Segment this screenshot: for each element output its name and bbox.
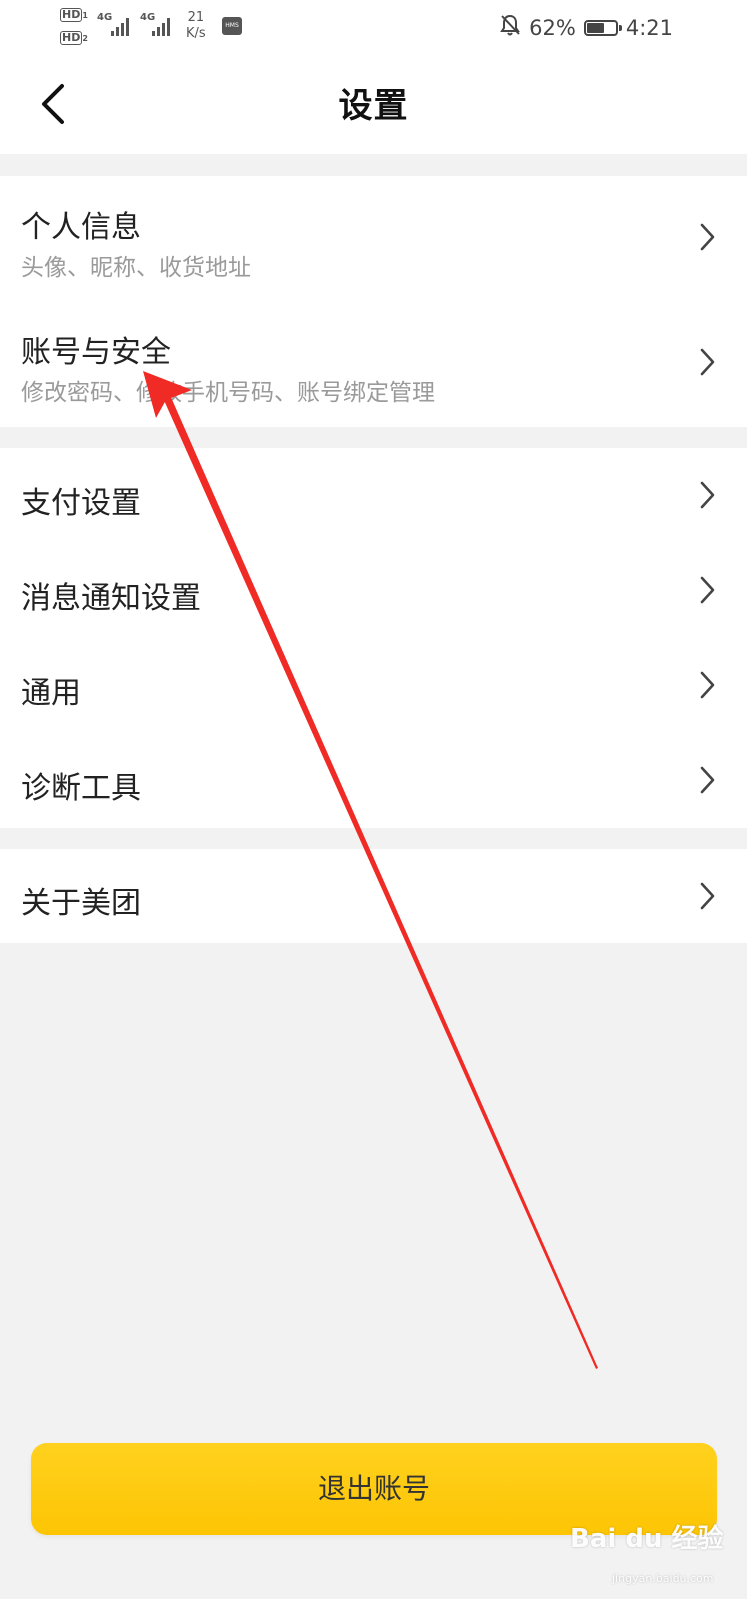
settings-row-account-security[interactable]: 账号与安全 修改密码、修改手机号码、账号绑定管理 (0, 301, 747, 427)
watermark-logo: Bai du 经验 (570, 1524, 724, 1554)
row-title: 诊断工具 (21, 771, 141, 806)
battery-percent: 62% (529, 15, 576, 40)
chevron-right-icon (700, 671, 715, 699)
settings-row-notifications[interactable]: 消息通知设置 (0, 543, 747, 638)
account-section: 个人信息 头像、昵称、收货地址 账号与安全 修改密码、修改手机号码、账号绑定管理 (0, 176, 747, 427)
settings-row-personal-info[interactable]: 个人信息 头像、昵称、收货地址 (0, 176, 747, 301)
settings-row-payment[interactable]: 支付设置 (0, 448, 747, 543)
hd2-sub: 2 (82, 34, 88, 43)
row-title: 个人信息 (21, 210, 141, 245)
battery-icon (583, 19, 622, 36)
hd2-indicator: HD 2 (60, 31, 88, 45)
speed-value: 21 (187, 10, 205, 25)
row-subtitle: 头像、昵称、收货地址 (21, 255, 251, 281)
chevron-right-icon (700, 481, 715, 509)
clock-time: 4:21 (625, 15, 673, 40)
settings-row-general[interactable]: 通用 (0, 638, 747, 733)
hd1-indicator: HD 1 (60, 8, 88, 22)
chevron-right-icon (700, 348, 715, 376)
row-subtitle: 修改密码、修改手机号码、账号绑定管理 (21, 380, 435, 406)
hms-label: HMS (225, 22, 239, 29)
chevron-right-icon (700, 766, 715, 794)
chevron-right-icon (700, 576, 715, 604)
speed-unit: K/s (186, 26, 206, 41)
hd1-label: HD (60, 8, 83, 22)
hms-icon: HMS (222, 17, 242, 35)
network-speed: 21 K/s (186, 10, 206, 42)
hd1-sub: 1 (82, 11, 88, 20)
chevron-right-icon (700, 882, 715, 910)
row-title: 关于美团 (21, 886, 141, 921)
watermark-url: jingyan.baidu.com (612, 1572, 714, 1585)
general-section: 支付设置 消息通知设置 通用 诊断工具 (0, 448, 747, 828)
chevron-right-icon (700, 223, 715, 251)
status-right: 62% 4:21 (499, 13, 673, 42)
page-title: 设置 (338, 86, 409, 126)
row-title: 消息通知设置 (21, 581, 201, 616)
bell-off-icon (499, 13, 521, 42)
row-title: 账号与安全 (21, 335, 171, 370)
row-title: 支付设置 (21, 486, 141, 521)
battery-fill (586, 22, 605, 33)
about-section: 关于美团 (0, 849, 747, 943)
settings-row-diagnostics[interactable]: 诊断工具 (0, 733, 747, 828)
hd2-label: HD (60, 31, 83, 45)
settings-row-about[interactable]: 关于美团 (0, 849, 747, 943)
status-bar: HD 1 HD 2 4G 4G 21 K/s HMS 62% 4:21 (0, 0, 747, 56)
nav-header: 设置 (0, 56, 747, 154)
row-title: 通用 (21, 676, 81, 711)
